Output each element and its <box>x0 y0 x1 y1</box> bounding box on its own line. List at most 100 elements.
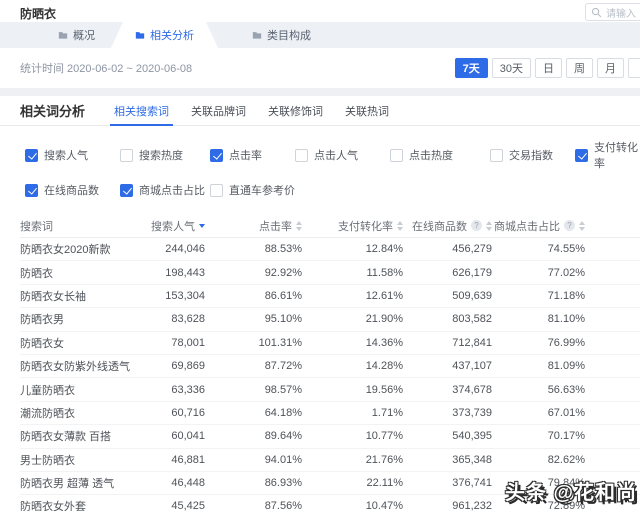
value-cell: 95.10% <box>264 313 302 326</box>
value-cell: 626,179 <box>452 266 492 279</box>
column-header[interactable]: 支付转化率 <box>302 218 403 234</box>
top-bar: 防晒衣 请输入 <box>0 0 640 22</box>
date-range-button[interactable]: 7天 <box>454 58 488 78</box>
search-term-cell[interactable]: 潮流防晒衣 <box>20 405 140 421</box>
column-header[interactable]: 在线商品数? <box>403 218 492 234</box>
value-cell: 11.58% <box>366 266 404 279</box>
filter-checkbox[interactable]: 搜索人气 <box>25 139 120 171</box>
search-term-cell[interactable]: 防晒衣女长袖 <box>20 288 140 304</box>
filter-label: 交易指数 <box>509 150 553 162</box>
value-cell: 14.28% <box>365 360 403 373</box>
value-cell: 46,448 <box>171 477 205 490</box>
value-cell: 76.99% <box>547 336 585 349</box>
filter-checkbox[interactable]: 交易指数 <box>490 139 575 171</box>
search-placeholder: 请输入 <box>606 8 636 20</box>
date-range-button[interactable]: 月 <box>597 58 624 78</box>
value-cell: 81.10% <box>547 313 585 326</box>
value-cell: 60,716 <box>171 406 205 419</box>
stat-time-label: 统计时间 2020-06-02 ~ 2020-06-08 <box>20 63 193 75</box>
filter-checkbox[interactable]: 商城点击占比 <box>120 182 210 198</box>
value-cell: 712,841 <box>452 336 492 349</box>
filter-label: 搜索人气 <box>44 150 88 162</box>
search-term-cell[interactable]: 防晒衣女薄款 百搭 <box>20 428 140 444</box>
filter-checkbox[interactable]: 点击人气 <box>295 139 390 171</box>
checkbox-icon <box>25 183 38 197</box>
column-header-label: 在线商品数 <box>412 220 467 233</box>
filter-checkbox[interactable]: 搜索热度 <box>120 139 210 171</box>
filter-checkbox[interactable]: 直通车参考价 <box>210 182 295 198</box>
value-cell: 12.61% <box>365 289 403 302</box>
value-cell: 46,881 <box>171 453 205 466</box>
search-term-cell[interactable]: 防晒衣女2020新款 <box>20 241 140 257</box>
column-header-label: 支付转化率 <box>338 220 393 233</box>
checkbox-icon <box>210 148 223 162</box>
date-range-button[interactable] <box>628 58 640 78</box>
nav-tab-label: 类目构成 <box>267 30 311 42</box>
checkbox-icon <box>575 148 588 162</box>
filter-label: 搜索热度 <box>139 150 183 162</box>
value-cell: 21.90% <box>365 313 403 326</box>
help-icon[interactable]: ? <box>564 220 575 231</box>
value-cell: 83,628 <box>171 313 205 326</box>
column-header: 搜索词 <box>20 218 140 234</box>
value-cell: 153,304 <box>165 289 205 302</box>
search-term-cell[interactable]: 防晒衣女防紫外线透气 <box>20 358 140 374</box>
value-cell: 540,395 <box>452 430 492 443</box>
search-input[interactable]: 请输入 <box>585 3 640 21</box>
column-header[interactable]: 商城点击占比? <box>492 218 585 234</box>
value-cell: 70.17% <box>547 430 585 443</box>
nav-tab-3[interactable]: 类目构成 <box>236 22 327 48</box>
filter-label: 商城点击占比 <box>139 185 205 197</box>
search-term-cell[interactable]: 防晒衣男 <box>20 311 140 327</box>
section-tab[interactable]: 相关搜索词 <box>110 96 174 126</box>
section-tab[interactable]: 关联热词 <box>345 96 389 126</box>
metric-filters: 搜索人气 搜索热度 点击率 点击人气 点击热度 交易指数 支付转化率在线商品数 商城点击占比 直… <box>0 126 640 212</box>
value-cell: 376,741 <box>452 477 492 490</box>
value-cell: 92.92% <box>264 266 302 279</box>
column-header-label: 搜索人气 <box>151 220 195 233</box>
value-cell: 86.93% <box>264 477 302 490</box>
search-term-cell[interactable]: 防晒衣男 超薄 透气 <box>20 475 140 491</box>
nav-tab-label: 概况 <box>73 30 95 42</box>
table-row: 潮流防晒衣 60,716 64.18% 1.71% 373,739 67.01% <box>20 402 640 426</box>
value-cell: 89.64% <box>264 430 302 443</box>
value-cell: 69,869 <box>171 360 205 373</box>
filter-label: 点击热度 <box>409 150 453 162</box>
folder-icon <box>252 30 262 40</box>
value-cell: 94.01% <box>264 453 302 466</box>
checkbox-icon <box>490 148 503 162</box>
filter-checkbox[interactable]: 支付转化率 <box>575 139 640 171</box>
search-term-cell[interactable]: 防晒衣 <box>20 265 140 281</box>
value-cell: 86.61% <box>264 289 302 302</box>
help-icon[interactable]: ? <box>471 220 482 231</box>
value-cell: 1.71% <box>371 406 403 419</box>
value-cell: 19.56% <box>365 383 403 396</box>
filter-checkbox[interactable]: 点击热度 <box>390 139 490 171</box>
nav-tab-2[interactable]: 相关分析 <box>111 22 218 48</box>
search-term-cell[interactable]: 防晒衣女 <box>20 335 140 351</box>
column-header[interactable]: 点击率 <box>205 218 302 234</box>
value-cell: 10.77% <box>365 430 403 443</box>
value-cell: 437,107 <box>452 360 492 373</box>
nav-tab-1[interactable]: 概况 <box>42 22 111 48</box>
section-tab[interactable]: 关联品牌词 <box>191 96 246 126</box>
checkbox-icon <box>295 148 308 162</box>
filter-checkbox[interactable]: 点击率 <box>210 139 295 171</box>
column-header[interactable]: 搜索人气 <box>140 218 205 234</box>
filter-label: 在线商品数 <box>44 185 99 197</box>
value-cell: 64.18% <box>264 406 302 419</box>
date-range-button[interactable]: 30天 <box>491 58 531 78</box>
value-cell: 373,739 <box>452 406 492 419</box>
search-term-cell[interactable]: 儿童防晒衣 <box>20 382 140 398</box>
date-range-button[interactable]: 周 <box>566 58 593 78</box>
search-term-cell[interactable]: 防晒衣女外套 <box>20 498 140 511</box>
value-cell: 365,348 <box>452 453 492 466</box>
value-cell: 88.53% <box>264 243 302 256</box>
section-tab[interactable]: 关联修饰词 <box>268 96 323 126</box>
column-header-label: 商城点击占比 <box>494 220 560 233</box>
table-row: 儿童防晒衣 63,336 98.57% 19.56% 374,678 56.63% <box>20 378 640 402</box>
date-range-button[interactable]: 日 <box>535 58 562 78</box>
search-term-cell[interactable]: 男士防晒衣 <box>20 452 140 468</box>
filter-checkbox[interactable]: 在线商品数 <box>25 182 120 198</box>
value-cell: 509,639 <box>452 289 492 302</box>
